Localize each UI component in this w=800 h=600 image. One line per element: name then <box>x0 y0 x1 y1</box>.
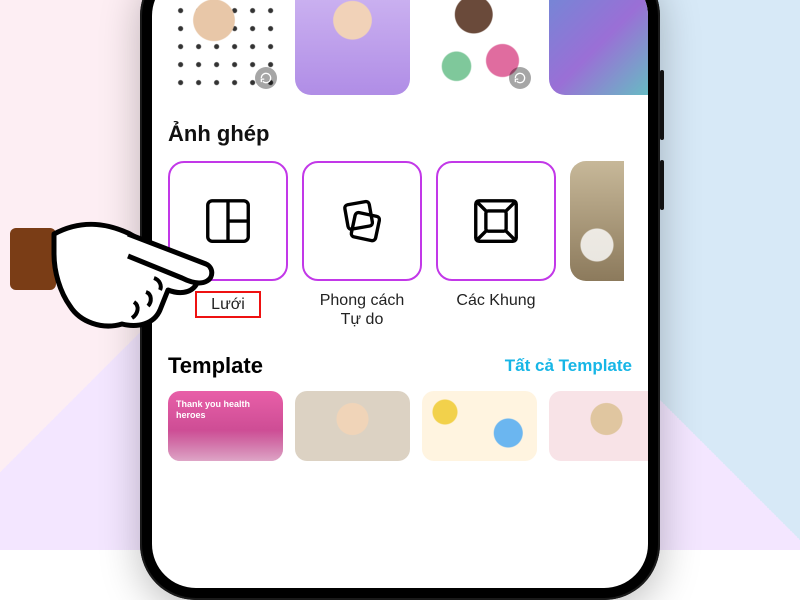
template-header: Template Tất cả Template <box>168 353 632 379</box>
frame-icon <box>469 194 523 248</box>
label-text: Các Khung <box>456 292 535 309</box>
artwork-thumb[interactable] <box>295 0 410 95</box>
phone-side-button <box>660 160 664 210</box>
freestyle-icon <box>335 194 389 248</box>
template-thumb[interactable] <box>549 391 648 461</box>
template-thumb[interactable]: Thank you health heroes <box>168 391 283 461</box>
template-thumb[interactable] <box>422 391 537 461</box>
phone-side-button <box>660 70 664 140</box>
section-title-collage: Ảnh ghép <box>168 121 632 147</box>
label-text: Phong cách <box>320 292 405 309</box>
artwork-thumb[interactable] <box>168 0 283 95</box>
see-all-templates-link[interactable]: Tất cả Template <box>505 356 632 376</box>
collage-preview-thumb[interactable] <box>570 161 624 281</box>
reload-icon <box>255 67 277 89</box>
template-caption: Thank you health heroes <box>176 399 275 420</box>
label-text: Tự do <box>341 311 384 328</box>
reload-icon <box>509 67 531 89</box>
collage-cards-row <box>168 161 632 281</box>
artwork-thumb[interactable] <box>422 0 537 95</box>
template-thumbnails-row: Thank you health heroes <box>168 391 632 461</box>
artwork-thumb[interactable] <box>549 0 648 95</box>
top-thumbnails-row <box>168 0 632 95</box>
collage-labels-row: Lưới Phong cách Tự do Các Khung <box>168 291 632 329</box>
collage-card-frames[interactable] <box>436 161 556 281</box>
collage-label-freestyle: Phong cách Tự do <box>302 291 422 329</box>
template-thumb[interactable] <box>295 391 410 461</box>
collage-card-freestyle[interactable] <box>302 161 422 281</box>
phone-screen: Ảnh ghép <box>152 0 648 588</box>
section-title-template: Template <box>168 353 263 379</box>
collage-label-frames: Các Khung <box>436 291 556 329</box>
pointing-hand-icon <box>10 200 220 350</box>
